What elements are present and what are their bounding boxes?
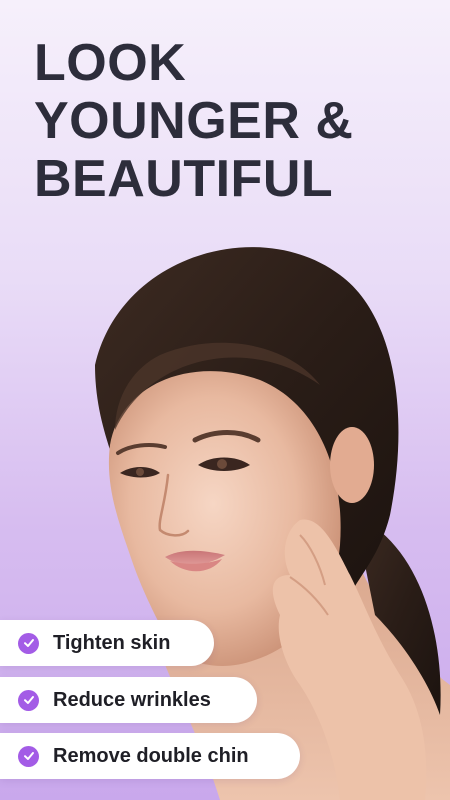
check-circle-icon — [18, 632, 39, 654]
check-circle-icon — [18, 745, 39, 767]
benefit-item-tighten-skin: Tighten skin — [0, 620, 214, 666]
headline-line-3: BEAUTIFUL — [34, 150, 334, 208]
promo-screen: LOOK YOUNGER & BEAUTIFUL Tighten skin Re… — [0, 0, 450, 800]
benefit-item-reduce-wrinkles: Reduce wrinkles — [0, 677, 257, 723]
benefit-label: Reduce wrinkles — [53, 688, 211, 711]
headline-line-1: LOOK — [34, 34, 187, 92]
headline: LOOK YOUNGER & BEAUTIFUL — [34, 34, 434, 208]
benefit-label: Tighten skin — [53, 631, 171, 654]
headline-line-2: YOUNGER & — [34, 92, 354, 150]
benefit-item-remove-double-chin: Remove double chin — [0, 733, 300, 779]
benefit-label: Remove double chin — [53, 744, 249, 767]
check-circle-icon — [18, 689, 39, 711]
